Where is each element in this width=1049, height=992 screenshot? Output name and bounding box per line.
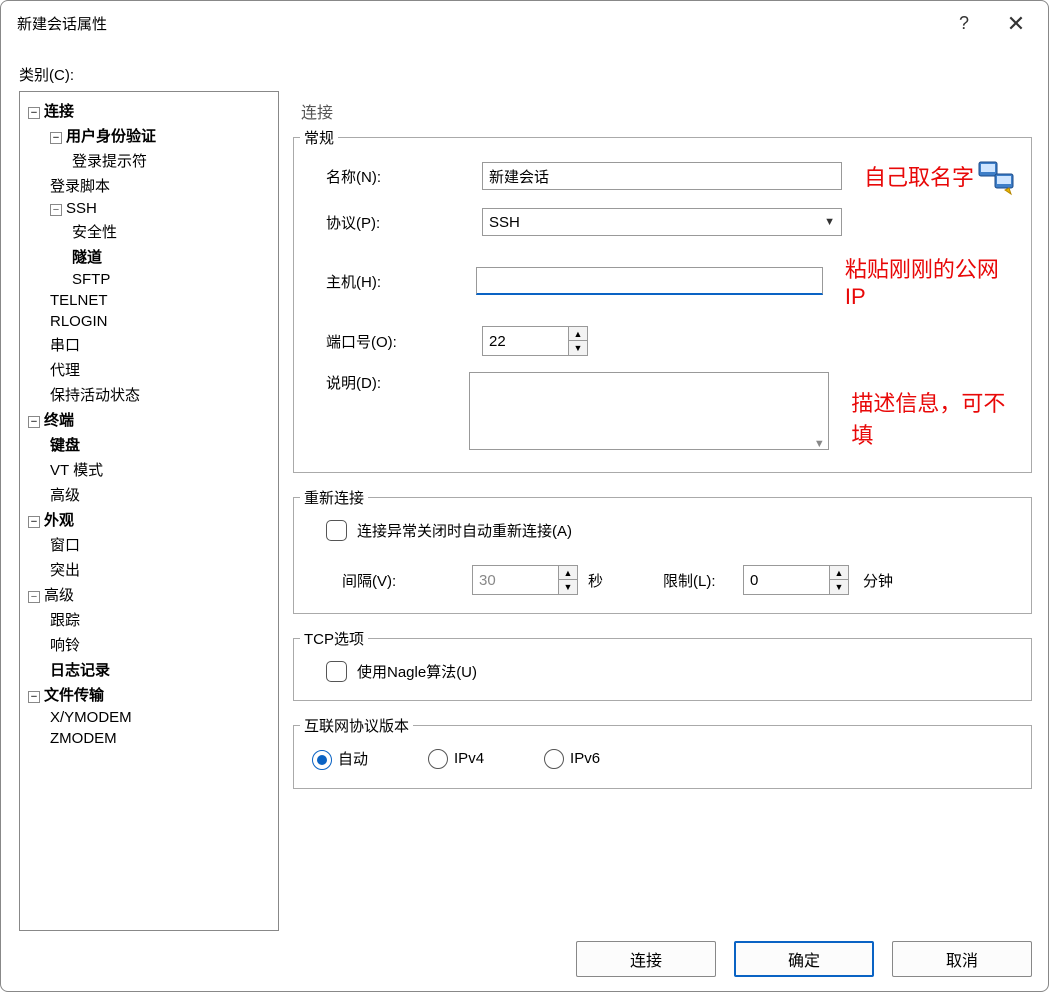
tree-window[interactable]: 窗口 — [24, 532, 274, 557]
nagle-checkbox[interactable] — [326, 661, 347, 682]
tree-ssh[interactable]: −SSH — [24, 198, 274, 219]
ok-button[interactable]: 确定 — [734, 941, 874, 977]
spin-down-icon: ▼ — [830, 580, 848, 594]
collapse-icon[interactable]: − — [50, 132, 62, 144]
tree-rlogin[interactable]: RLOGIN — [24, 311, 274, 332]
port-label: 端口号(O): — [312, 331, 482, 352]
nagle-label: 使用Nagle算法(U) — [357, 661, 477, 682]
limit-spinner[interactable]: ▲▼ — [743, 565, 849, 595]
tree-keepalive[interactable]: 保持活动状态 — [24, 382, 274, 407]
tree-advanced[interactable]: −高级 — [24, 582, 274, 607]
desc-textarea[interactable] — [469, 372, 829, 450]
interval-input[interactable] — [472, 565, 558, 595]
limit-input[interactable] — [743, 565, 829, 595]
collapse-icon[interactable]: − — [28, 516, 40, 528]
spin-up-icon: ▲ — [559, 566, 577, 580]
tree-zmodem[interactable]: ZMODEM — [24, 728, 274, 749]
tree-sftp[interactable]: SFTP — [24, 269, 274, 290]
group-title-general: 常规 — [300, 127, 338, 148]
min-label: 分钟 — [863, 570, 893, 591]
group-reconnect: 重新连接 连接异常关闭时自动重新连接(A) 间隔(V): ▲▼ 秒 限制(L): — [293, 497, 1032, 614]
tree-terminal[interactable]: −终端 — [24, 407, 274, 432]
spin-down-icon: ▼ — [559, 580, 577, 594]
connection-icon — [977, 160, 1017, 196]
radio-ipv6[interactable]: IPv6 — [544, 749, 600, 769]
tree-telnet[interactable]: TELNET — [24, 290, 274, 311]
collapse-icon[interactable]: − — [28, 691, 40, 703]
tree-security[interactable]: 安全性 — [24, 219, 274, 244]
tree-auth[interactable]: −用户身份验证 — [24, 123, 274, 148]
tree-login-script[interactable]: 登录脚本 — [24, 173, 274, 198]
dialog-window: 新建会话属性 ? ✕ 类别(C): −连接 −用户身份验证 登录提示符 登录脚本… — [0, 0, 1049, 992]
close-button[interactable]: ✕ — [1000, 11, 1032, 37]
chevron-down-icon: ▼ — [824, 216, 835, 228]
group-title-ipver: 互联网协议版本 — [300, 715, 413, 736]
annotation-desc: 描述信息，可不填 — [851, 386, 1013, 450]
tree-keyboard[interactable]: 键盘 — [24, 432, 274, 457]
protocol-select[interactable]: SSH ▼ — [482, 208, 842, 236]
tree-highlight[interactable]: 突出 — [24, 557, 274, 582]
annotation-name: 自己取名字 — [864, 160, 974, 192]
group-title-reconnect: 重新连接 — [300, 487, 368, 508]
chevron-down-icon[interactable]: ▼ — [810, 435, 828, 453]
tree-adv-terminal[interactable]: 高级 — [24, 482, 274, 507]
tree-appearance[interactable]: −外观 — [24, 507, 274, 532]
auto-reconnect-label: 连接异常关闭时自动重新连接(A) — [357, 520, 572, 541]
interval-label: 间隔(V): — [342, 570, 472, 591]
collapse-icon[interactable]: − — [28, 591, 40, 603]
tree-xymodem[interactable]: X/YMODEM — [24, 707, 274, 728]
desc-label: 说明(D): — [312, 372, 469, 393]
collapse-icon[interactable]: − — [50, 204, 62, 216]
panel-header: 连接 — [293, 91, 1032, 137]
group-title-tcp: TCP选项 — [300, 628, 368, 649]
spin-down-icon: ▼ — [569, 341, 587, 355]
spin-up-icon: ▲ — [569, 327, 587, 341]
tree-serial[interactable]: 串口 — [24, 332, 274, 357]
tree-proxy[interactable]: 代理 — [24, 357, 274, 382]
tree-login-prompt[interactable]: 登录提示符 — [24, 148, 274, 173]
connect-button[interactable]: 连接 — [576, 941, 716, 977]
collapse-icon[interactable]: − — [28, 416, 40, 428]
tree-log[interactable]: 日志记录 — [24, 657, 274, 682]
name-label: 名称(N): — [312, 166, 482, 187]
help-button[interactable]: ? — [948, 13, 980, 34]
interval-spinner[interactable]: ▲▼ — [472, 565, 578, 595]
tree-trace[interactable]: 跟踪 — [24, 607, 274, 632]
tree-tunnel[interactable]: 隧道 — [24, 244, 274, 269]
auto-reconnect-checkbox[interactable] — [326, 520, 347, 541]
category-label: 类别(C): — [19, 64, 1032, 85]
host-input[interactable] — [476, 267, 823, 295]
cancel-button[interactable]: 取消 — [892, 941, 1032, 977]
protocol-label: 协议(P): — [312, 212, 482, 233]
titlebar: 新建会话属性 ? ✕ — [1, 1, 1048, 46]
tree-filetransfer[interactable]: −文件传输 — [24, 682, 274, 707]
tree-vt[interactable]: VT 模式 — [24, 457, 274, 482]
sec-label: 秒 — [588, 570, 603, 591]
category-tree[interactable]: −连接 −用户身份验证 登录提示符 登录脚本 −SSH 安全性 隧道 SFTP … — [19, 91, 279, 931]
window-title: 新建会话属性 — [17, 13, 948, 34]
host-label: 主机(H): — [312, 271, 476, 292]
group-ipversion: 互联网协议版本 自动 IPv4 IPv6 — [293, 725, 1032, 789]
tree-bell[interactable]: 响铃 — [24, 632, 274, 657]
limit-label: 限制(L): — [663, 570, 743, 591]
radio-ipv4[interactable]: IPv4 — [428, 749, 484, 769]
spin-up-icon: ▲ — [830, 566, 848, 580]
annotation-host: 粘贴刚刚的公网IP — [845, 252, 1013, 310]
radio-auto[interactable]: 自动 — [312, 748, 368, 770]
group-tcp: TCP选项 使用Nagle算法(U) — [293, 638, 1032, 701]
port-input[interactable] — [482, 326, 568, 356]
collapse-icon[interactable]: − — [28, 107, 40, 119]
tree-connection[interactable]: −连接 — [24, 98, 274, 123]
group-general: 常规 名称(N): 自己取名字 协议(P): — [293, 137, 1032, 473]
port-spinner[interactable]: ▲▼ — [482, 326, 588, 356]
name-input[interactable] — [482, 162, 842, 190]
